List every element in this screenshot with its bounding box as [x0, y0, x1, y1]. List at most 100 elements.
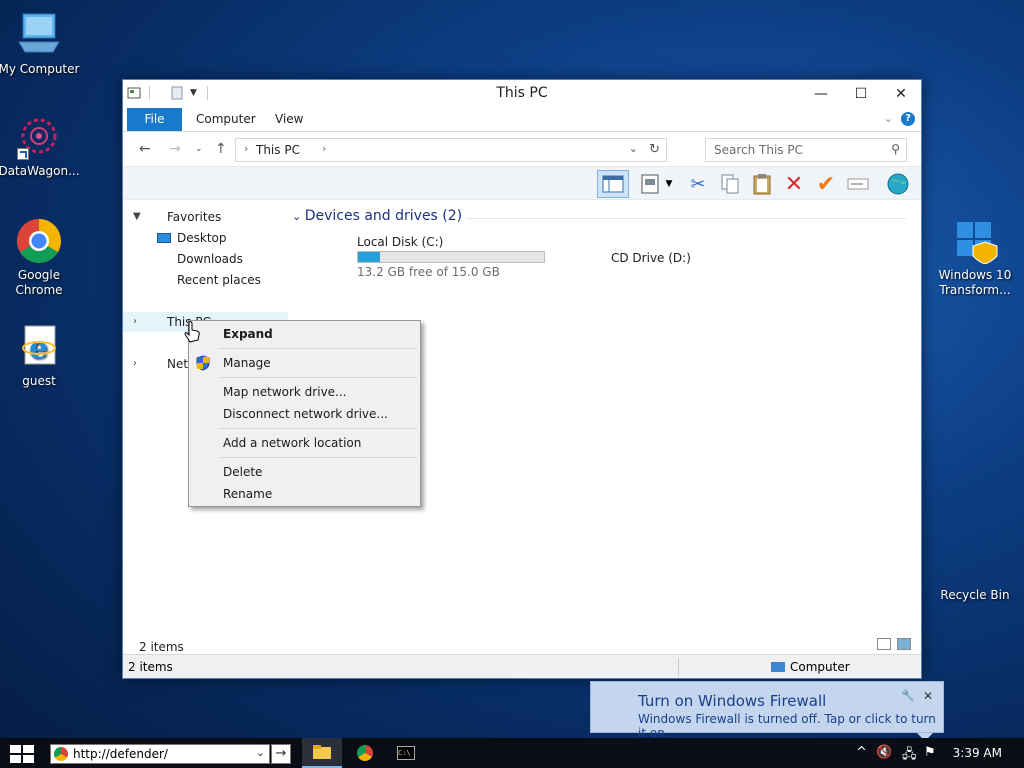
desktop-icon-my-computer[interactable]: My Computer — [0, 12, 81, 77]
back-arrow-icon[interactable]: ← — [139, 141, 151, 157]
breadcrumb-this-pc[interactable]: This PC — [256, 143, 300, 157]
desktop-icon-windows10-transform[interactable]: Windows 10 Transform... — [933, 218, 1017, 298]
firewall-notification[interactable]: Turn on Windows Firewall Windows Firewal… — [590, 681, 944, 741]
status-location: Computer — [771, 660, 850, 674]
ribbon-tabs: File Computer View ⌄ ? — [123, 108, 921, 132]
search-box[interactable]: Search This PC ⚲ — [705, 138, 907, 162]
taskbar: http://defender/ ⌄ → C:\ ^ 🔇 🖧 ⚑ 3:39 AM — [0, 738, 1024, 768]
drive-usage-bar — [357, 251, 545, 263]
chevron-right-icon[interactable]: › — [322, 142, 326, 155]
wrench-icon[interactable]: 🔧 — [901, 689, 915, 702]
copy-icon[interactable] — [718, 172, 742, 196]
title-bar[interactable]: ▼ This PC — ☐ ✕ — [123, 80, 921, 108]
close-icon[interactable]: ✕ — [923, 689, 933, 703]
desktop-icon-guest[interactable]: e guest — [0, 324, 81, 389]
maximize-button[interactable]: ☐ — [841, 80, 881, 108]
tab-file[interactable]: File — [127, 108, 182, 131]
menu-item-manage[interactable]: Manage — [223, 356, 271, 370]
nav-desktop[interactable]: Desktop — [123, 228, 288, 248]
recycle-bin-icon — [951, 538, 999, 584]
help-icon[interactable]: ? — [901, 112, 915, 126]
globe-icon[interactable] — [886, 172, 910, 196]
nav-favorites[interactable]: ▼ Favorites — [123, 207, 288, 227]
shield-icon — [196, 355, 210, 374]
menu-item-add-network-location[interactable]: Add a network location — [223, 436, 361, 450]
desktop-icon-datawagon[interactable]: DataWagon... — [0, 114, 81, 179]
status-items: 2 items — [128, 660, 173, 674]
notification-body: Windows Firewall is turned off. Tap or c… — [638, 712, 936, 740]
nav-recent-places[interactable]: Recent places — [123, 270, 288, 290]
network-icon[interactable]: 🖧 — [902, 745, 917, 767]
context-menu: Expand Manage Map network drive... Disco… — [188, 320, 421, 507]
volume-muted-icon[interactable]: 🔇 — [876, 745, 892, 760]
refresh-icon[interactable]: ↻ — [649, 142, 660, 157]
paste-icon[interactable] — [750, 172, 774, 196]
computer-icon — [771, 662, 785, 672]
address-dropdown-icon[interactable]: ⌄ — [629, 142, 638, 155]
notification-title: Turn on Windows Firewall — [638, 692, 827, 710]
desktop-icon-google-chrome[interactable]: Google Chrome — [0, 218, 81, 298]
desktop-icon-label: Windows 10 Transform... — [938, 268, 1012, 297]
cut-icon[interactable]: ✂ — [686, 172, 710, 196]
views-dropdown-icon[interactable]: ▼ — [663, 172, 675, 196]
close-button[interactable]: ✕ — [881, 80, 921, 108]
search-input[interactable]: Search This PC — [714, 143, 803, 157]
desktop-icon — [157, 233, 171, 243]
hand-cursor-icon — [184, 321, 202, 346]
taskbar-file-explorer[interactable] — [302, 738, 342, 768]
chevron-right-icon: › — [244, 142, 249, 155]
desktop-icon-recycle-bin[interactable]: Recycle Bin — [933, 538, 1017, 603]
terminal-icon: C:\ — [397, 746, 415, 760]
menu-item-rename[interactable]: Rename — [223, 487, 272, 501]
address-toolbar: ← → ⌄ ↑ › This PC › ⌄ ↻ Search This PC ⚲ — [123, 132, 921, 166]
datawagon-icon — [15, 114, 63, 160]
chrome-icon — [54, 747, 68, 761]
forward-arrow-icon[interactable]: → — [169, 141, 181, 157]
minimize-button[interactable]: — — [801, 80, 841, 108]
menu-item-delete[interactable]: Delete — [223, 465, 262, 479]
rename-icon[interactable] — [846, 172, 870, 196]
tab-computer[interactable]: Computer — [186, 108, 266, 131]
taskbar-chrome[interactable] — [345, 738, 385, 768]
chevron-down-icon[interactable]: ⌄ — [884, 112, 893, 125]
desktop-icon-label: Recycle Bin — [940, 588, 1010, 602]
go-arrow-icon[interactable]: → — [271, 744, 291, 764]
desktop-icon-label: guest — [22, 374, 56, 388]
recent-locations-icon[interactable]: ⌄ — [195, 144, 203, 154]
system-tray: ^ 🔇 🖧 ⚑ 3:39 AM — [844, 738, 1024, 768]
menu-item-disconnect-network-drive[interactable]: Disconnect network drive... — [223, 407, 388, 421]
computer-icon — [15, 12, 63, 58]
search-icon[interactable]: ⚲ — [891, 142, 900, 156]
up-arrow-icon[interactable]: ↑ — [215, 141, 227, 157]
group-header[interactable]: ⌄ Devices and drives (2) — [292, 208, 462, 224]
details-view-icon[interactable] — [877, 638, 891, 650]
drive-cd-d[interactable]: CD Drive (D:) — [611, 251, 691, 265]
chrome-icon — [357, 745, 373, 761]
group-divider — [466, 218, 906, 219]
chevron-right-icon[interactable]: › — [133, 312, 137, 332]
preview-pane-icon[interactable] — [597, 170, 629, 198]
checkmark-icon[interactable]: ✔ — [814, 172, 838, 197]
address-bar[interactable]: › This PC › ⌄ ↻ — [235, 138, 667, 162]
menu-item-map-network-drive[interactable]: Map network drive... — [223, 385, 347, 399]
status-bar: 2 items Computer — [123, 654, 921, 678]
action-center-icon[interactable]: ⚑ — [924, 745, 936, 760]
clock[interactable]: 3:39 AM — [953, 746, 1002, 760]
drive-free-space: 13.2 GB free of 15.0 GB — [357, 265, 500, 279]
desktop-icon-label: DataWagon... — [0, 164, 80, 178]
command-toolbar: ▼ ✂ ✕ ✔ — [123, 166, 921, 200]
start-button[interactable] — [10, 745, 38, 763]
large-icons-view-icon[interactable] — [897, 638, 911, 650]
delete-icon[interactable]: ✕ — [782, 172, 806, 197]
nav-downloads[interactable]: Downloads — [123, 249, 288, 269]
tab-view[interactable]: View — [265, 108, 313, 131]
show-hidden-icons-icon[interactable]: ^ — [856, 745, 867, 760]
chevron-down-icon[interactable]: ⌄ — [256, 746, 265, 759]
taskbar-command-prompt[interactable]: C:\ — [386, 738, 426, 768]
svg-text:e: e — [29, 331, 48, 366]
taskbar-address-input[interactable]: http://defender/ ⌄ — [50, 744, 270, 764]
chevron-down-icon[interactable]: ▼ — [133, 207, 141, 227]
menu-item-expand[interactable]: Expand — [223, 327, 273, 341]
chevron-right-icon[interactable]: › — [133, 354, 137, 374]
views-icon[interactable] — [638, 172, 662, 196]
